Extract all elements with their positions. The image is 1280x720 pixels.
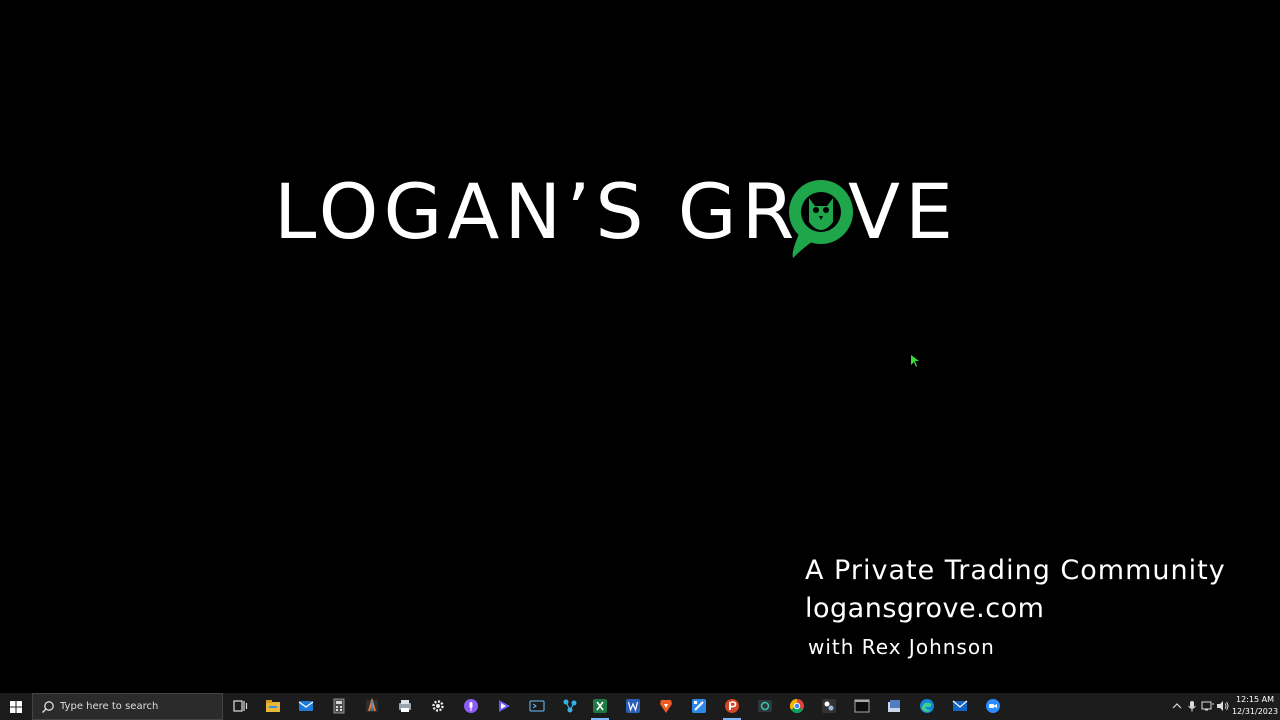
task-view-icon[interactable] bbox=[232, 698, 248, 714]
taskbar: Type here to search 12:15 AM 12/31/2023 bbox=[0, 693, 1280, 720]
snipping-icon[interactable] bbox=[529, 698, 545, 714]
excel-icon[interactable] bbox=[592, 698, 608, 714]
network-icon[interactable] bbox=[1200, 698, 1216, 714]
clock-time: 12:15 AM bbox=[1236, 695, 1274, 704]
logo-text-right: VE bbox=[848, 167, 959, 256]
chrome-icon[interactable] bbox=[789, 698, 805, 714]
app-icon[interactable] bbox=[364, 698, 380, 714]
printer-icon[interactable] bbox=[397, 698, 413, 714]
powerpoint-icon[interactable] bbox=[724, 698, 740, 714]
clock-date: 12/31/2023 bbox=[1231, 707, 1279, 716]
tagline-presenter: with Rex Johnson bbox=[808, 635, 995, 659]
logo-text-left: LOGAN’S GR bbox=[274, 167, 800, 256]
calculator-icon[interactable] bbox=[331, 698, 347, 714]
network-app-icon[interactable] bbox=[562, 698, 578, 714]
search-placeholder: Type here to search bbox=[60, 701, 159, 712]
presentation-slide: LOGAN’S GR VE A Private Trading Communit… bbox=[0, 0, 1280, 693]
start-button[interactable] bbox=[0, 693, 32, 720]
taskbar-clock[interactable]: 12:15 AM 12/31/2023 bbox=[1230, 694, 1280, 718]
windows-icon bbox=[10, 700, 22, 713]
media-player-icon[interactable] bbox=[496, 698, 512, 714]
terminal-icon[interactable] bbox=[854, 698, 870, 714]
word-icon[interactable] bbox=[625, 698, 641, 714]
tagline-url: logansgrove.com bbox=[805, 593, 1045, 624]
file-explorer-icon[interactable] bbox=[265, 698, 281, 714]
mail-icon[interactable] bbox=[298, 698, 314, 714]
mouse-cursor-icon bbox=[911, 355, 919, 367]
chevron-up-icon[interactable] bbox=[1169, 698, 1185, 714]
edge-icon[interactable] bbox=[919, 698, 935, 714]
tagline: A Private Trading Community logansgrove.… bbox=[805, 552, 1226, 666]
volume-icon[interactable] bbox=[1215, 698, 1231, 714]
microphone-icon[interactable] bbox=[1184, 698, 1200, 714]
taskbar-search-box[interactable]: Type here to search bbox=[32, 693, 223, 720]
brave-browser-icon[interactable] bbox=[658, 698, 674, 714]
app-icon[interactable] bbox=[691, 698, 707, 714]
app-icon[interactable] bbox=[821, 698, 837, 714]
app-icon[interactable] bbox=[886, 698, 902, 714]
search-icon bbox=[42, 700, 54, 713]
logo: LOGAN’S GR VE bbox=[0, 168, 1280, 264]
tagline-title: A Private Trading Community bbox=[805, 555, 1226, 586]
app-icon[interactable] bbox=[757, 698, 773, 714]
settings-icon[interactable] bbox=[430, 698, 446, 714]
owl-logo-icon bbox=[789, 180, 853, 258]
mail-icon[interactable] bbox=[952, 698, 968, 714]
zoom-icon[interactable] bbox=[985, 698, 1001, 714]
podcast-icon[interactable] bbox=[463, 698, 479, 714]
